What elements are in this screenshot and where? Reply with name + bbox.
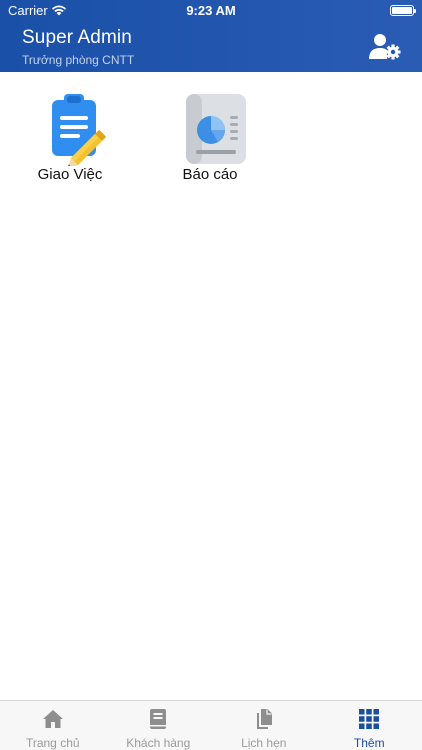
tab-trang-chu[interactable]: Trang chủ (0, 701, 106, 750)
page-title: Super Admin (22, 27, 132, 48)
task-assignment-icon (52, 94, 106, 166)
tab-label: Khách hàng (126, 736, 191, 750)
menu-item-giao-viec[interactable]: Giao Việc (18, 92, 122, 192)
home-icon (42, 710, 63, 728)
tab-lich-hen[interactable]: Lịch hẹn (211, 701, 317, 750)
clock: 9:23 AM (186, 3, 236, 18)
report-icon (186, 94, 246, 164)
app-header: Carrier 9:23 AM Super Admin Trưởng phòng… (0, 0, 422, 72)
tab-label: Thêm (353, 736, 385, 750)
user-settings-icon[interactable] (368, 32, 402, 60)
battery-icon (390, 5, 416, 16)
menu-item-label: Báo cáo (182, 166, 238, 183)
tab-bar: Trang chủ Khách hàng Lịch hẹn Thêm (0, 700, 422, 750)
page-subtitle: Trưởng phòng CNTT (22, 53, 135, 67)
tab-label: Lịch hẹn (241, 736, 287, 750)
menu-item-bao-cao[interactable]: Báo cáo (158, 92, 262, 192)
grid-icon (359, 709, 380, 729)
tab-them[interactable]: Thêm (317, 701, 422, 750)
tab-label: Trang chủ (25, 736, 80, 750)
documents-icon (256, 709, 272, 729)
tab-khach-hang[interactable]: Khách hàng (106, 701, 212, 750)
book-icon (150, 709, 167, 729)
menu-item-label: Giao Việc (37, 166, 103, 183)
status-bar: Carrier 9:23 AM (0, 0, 422, 22)
